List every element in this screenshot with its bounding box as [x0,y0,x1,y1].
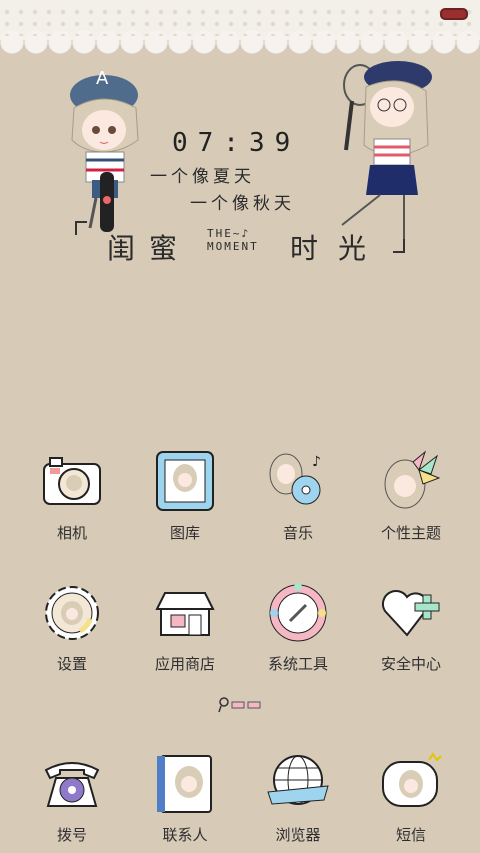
app-label: 音乐 [282,524,313,542]
app-label: 设置 [56,655,87,673]
lace-pattern [0,6,480,36]
tools-icon [266,581,330,645]
app-label: 安全中心 [380,655,441,673]
girl-cap-illustration: A [70,68,139,232]
app-messages[interactable]: 短信 [355,752,467,852]
dock: 拨号 联系人 浏览器 短信 [0,752,480,852]
app-phone[interactable]: 拨号 [16,752,128,852]
widget-line-2: 一个像秋天 [190,194,295,214]
app-label: 系统工具 [267,655,328,673]
battery-icon [440,8,468,20]
store-icon [153,581,217,645]
message-icon [379,752,443,816]
title-mid-bottom: MOMENT [207,240,259,253]
bracket-right [393,239,405,253]
svg-text:A: A [96,68,109,89]
bracket-left [75,221,87,235]
app-settings[interactable]: 设置 [16,581,128,681]
camera-icon [40,450,104,514]
phone-icon [40,752,104,816]
app-label: 图库 [169,524,200,542]
title-right: 时光 [290,232,387,265]
app-label: 相机 [56,524,87,542]
clock-widget[interactable]: A 07:39 一个像夏天 一个像秋天 闺蜜 THE~♪ MOMENT 时光 [0,55,480,285]
svg-text:♪: ♪ [312,454,321,470]
app-label: 应用商店 [154,655,215,673]
app-row-2: 设置 应用商店 系统工具 安全中心 [0,581,480,681]
app-label: 个性主题 [380,524,441,542]
clock-time: 07:39 [172,128,301,158]
app-row-1: 相机 图库 ♪ 音乐 个性主题 [0,450,480,550]
theme-icon [379,450,443,514]
app-label: 浏览器 [275,826,321,844]
app-contacts[interactable]: 联系人 [129,752,241,852]
title-mid-top: THE~♪ [207,227,251,240]
app-security[interactable]: 安全中心 [355,581,467,681]
app-music[interactable]: ♪ 音乐 [242,450,354,550]
app-browser[interactable]: 浏览器 [242,752,354,852]
app-gallery[interactable]: 图库 [129,450,241,550]
contacts-icon [153,752,217,816]
app-label: 短信 [395,826,426,844]
title-mid: THE~♪ MOMENT [207,227,259,253]
gallery-icon [153,450,217,514]
widget-title: 闺蜜 THE~♪ MOMENT 时光 [75,215,405,265]
widget-line-1: 一个像夏天 [150,167,255,187]
browser-icon [266,752,330,816]
gear-icon [40,581,104,645]
lace-header [0,0,480,58]
app-label: 拨号 [56,826,87,844]
title-left: 闺蜜 [107,232,192,265]
app-tools[interactable]: 系统工具 [242,581,354,681]
music-icon: ♪ [266,450,330,514]
page-indicator[interactable] [218,696,264,714]
app-store[interactable]: 应用商店 [129,581,241,681]
app-camera[interactable]: 相机 [16,450,128,550]
app-label: 联系人 [162,826,208,844]
app-theme[interactable]: 个性主题 [355,450,467,550]
security-icon [379,581,443,645]
